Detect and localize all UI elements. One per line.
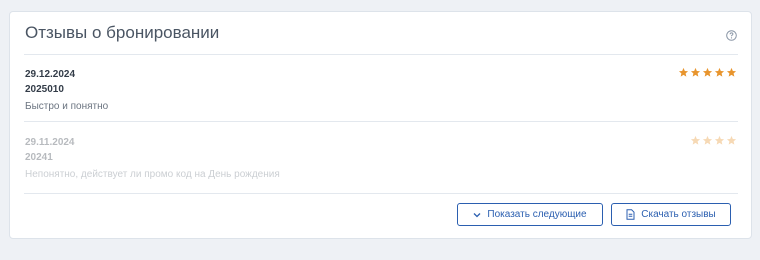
star-icon [678,67,689,77]
review-item: 29.12.2024 2025010 Быстро и понятно [24,54,738,122]
review-date: 29.12.2024 [25,69,76,80]
show-next-button[interactable]: Показать следующие [457,203,603,226]
star-icon [690,135,701,145]
card-title: Отзывы о бронировании [25,23,220,42]
review-booking-id: 20241 [25,152,53,163]
star-icon [726,67,737,77]
card-header: Отзывы о бронировании [24,12,738,55]
star-icon [714,67,725,77]
star-icon [714,135,725,145]
review-item: 29.11.2024 20241 Непонятно, действует ли… [24,122,738,194]
download-reviews-button[interactable]: Скачать отзывы [611,203,731,226]
star-icon [702,67,713,77]
footer-divider [24,193,738,194]
show-next-label: Показать следующие [487,209,587,220]
review-text: Быстро и понятно [25,101,109,112]
chevron-down-icon [473,212,481,218]
question-circle-icon[interactable] [726,28,737,41]
booking-reviews-card: Отзывы о бронировании 29.12.2024 2025010… [9,11,752,239]
star-icon [726,135,737,145]
rating-stars [678,67,737,78]
star-icon [690,67,701,77]
review-booking-id: 2025010 [25,84,64,95]
rating-stars [690,135,737,146]
review-text: Непонятно, действует ли промо код на Ден… [25,169,280,180]
star-icon [702,135,713,145]
review-date: 29.11.2024 [25,137,75,148]
download-label: Скачать отзывы [641,209,716,220]
document-icon [626,209,635,220]
